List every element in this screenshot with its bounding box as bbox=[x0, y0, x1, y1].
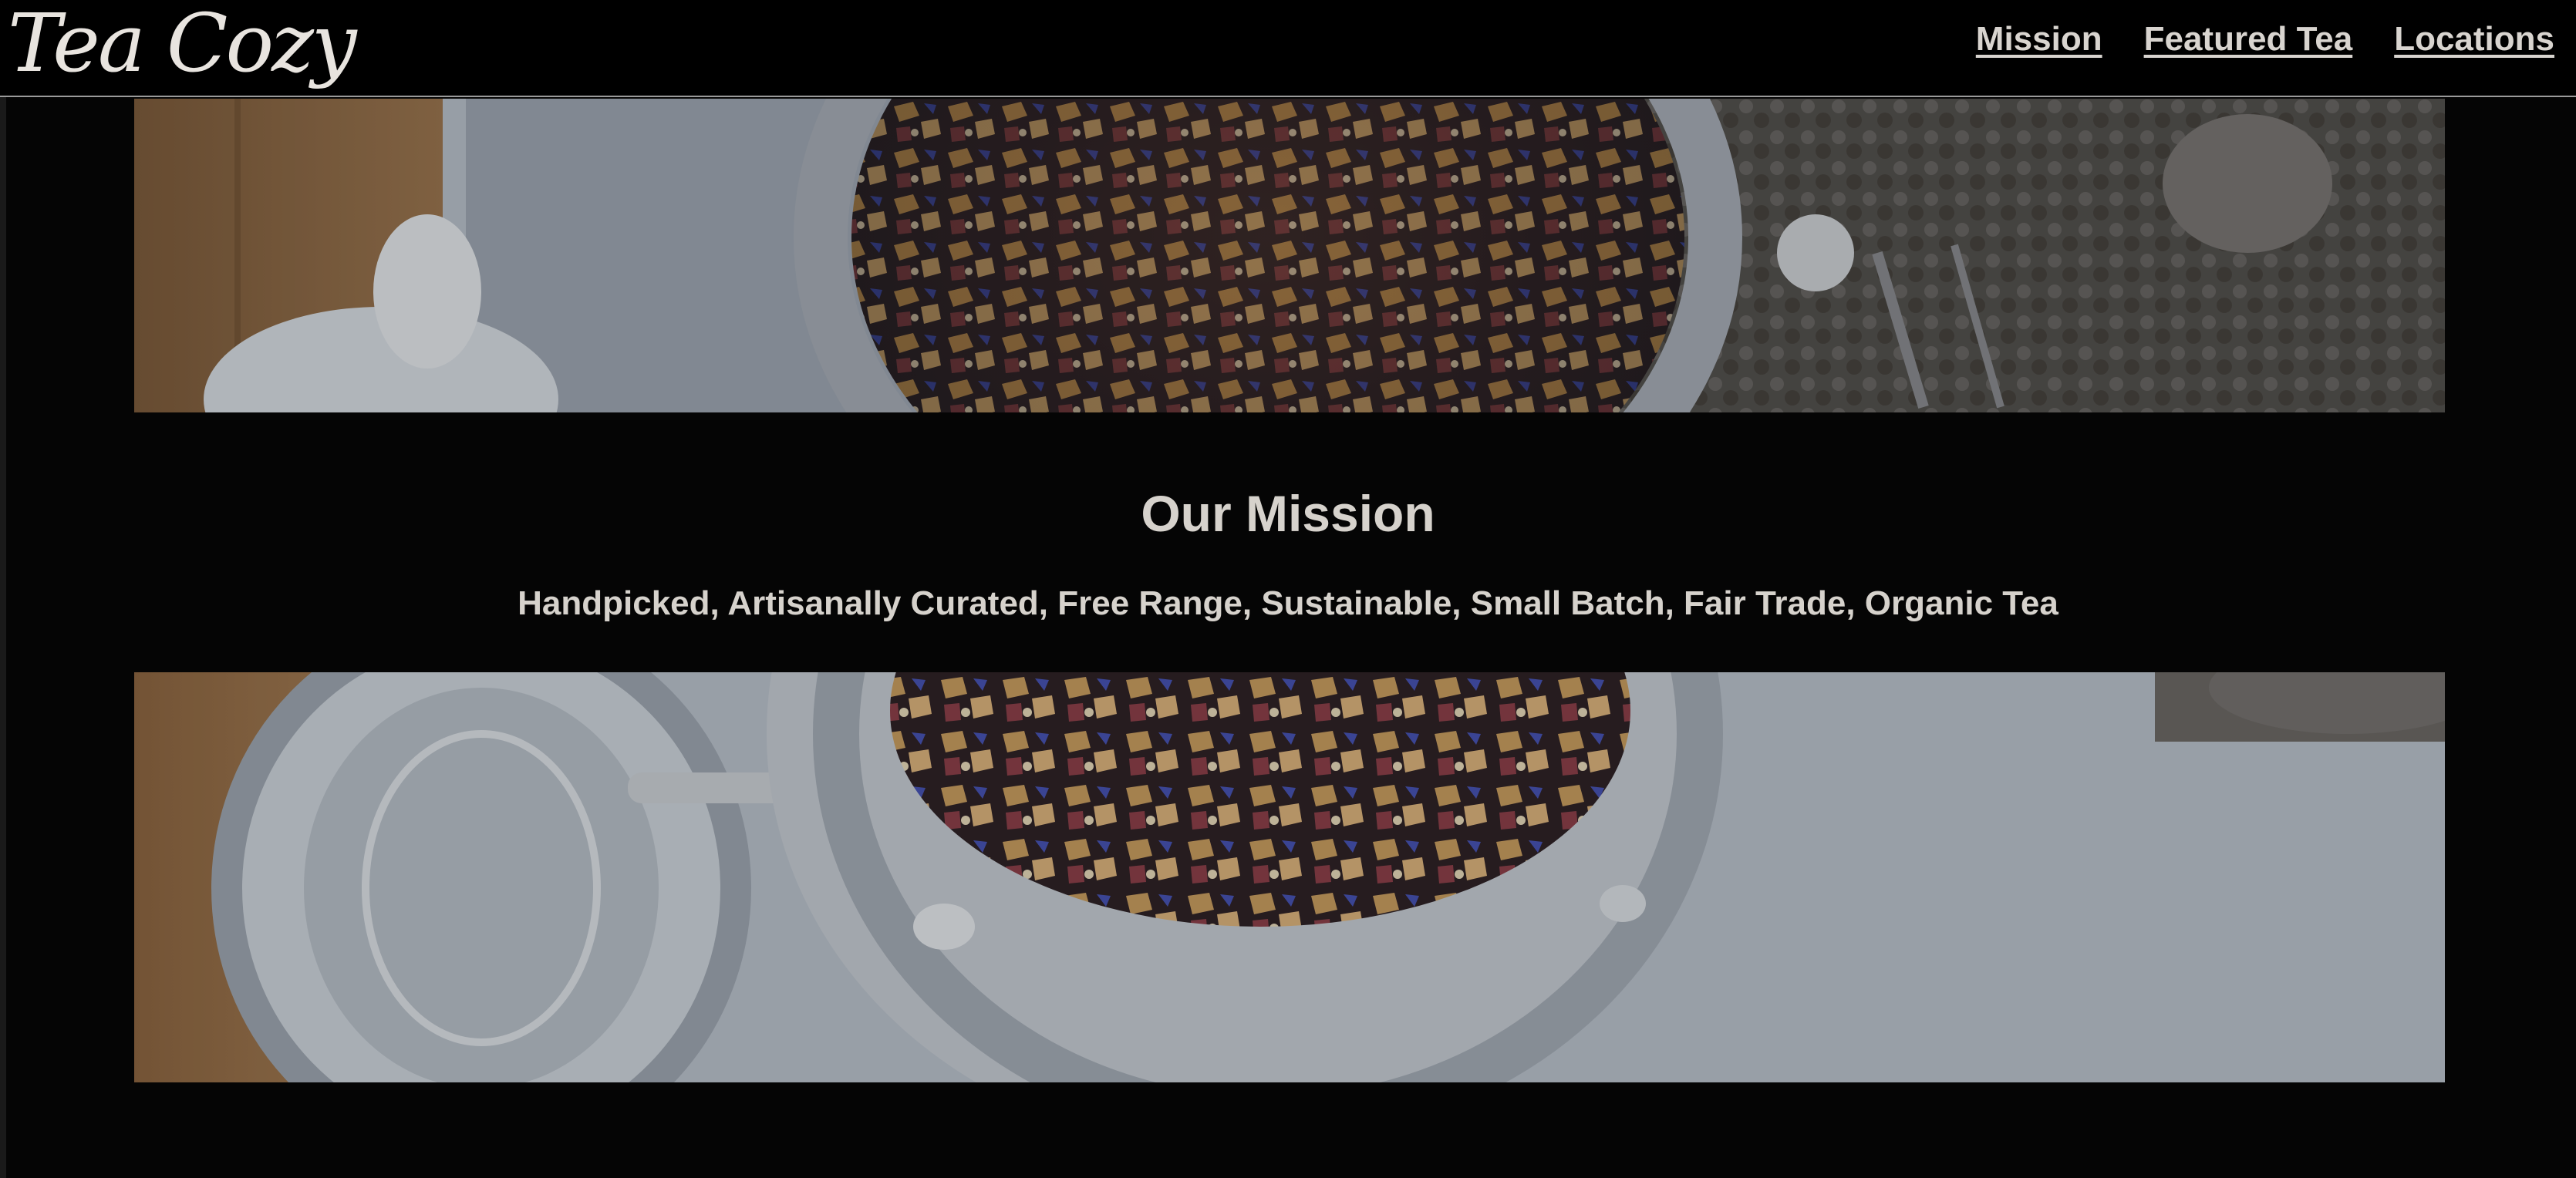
nav-link-mission[interactable]: Mission bbox=[1976, 20, 2102, 59]
logo[interactable]: Tea Cozy bbox=[8, 0, 357, 97]
mission-title: Our Mission bbox=[1141, 485, 1435, 542]
main-nav: Mission Featured Tea Locations bbox=[1976, 20, 2554, 59]
nav-link-featured-tea[interactable]: Featured Tea bbox=[2144, 20, 2353, 59]
tea-jar-top-photo bbox=[134, 99, 2445, 412]
page-edge bbox=[0, 97, 6, 1178]
site-header: Tea Cozy Mission Featured Tea Locations bbox=[0, 0, 2576, 97]
tea-jar-bottom-photo bbox=[134, 672, 2445, 1082]
mission-subtitle: Handpicked, Artisanally Curated, Free Ra… bbox=[518, 584, 2058, 622]
nav-link-locations[interactable]: Locations bbox=[2394, 20, 2554, 59]
